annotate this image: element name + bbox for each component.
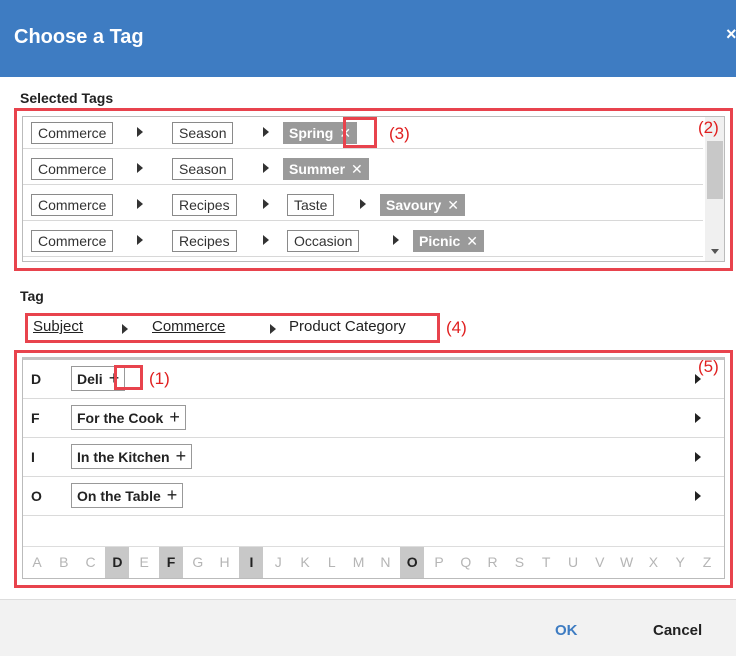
- annotation-box-4: [25, 313, 440, 343]
- dialog-footer: OK Cancel: [0, 599, 736, 656]
- annotation-label-5: (5): [698, 357, 719, 376]
- selected-tags-label: Selected Tags: [20, 90, 114, 106]
- close-icon[interactable]: ×: [726, 24, 736, 45]
- dialog-title: Choose a Tag: [14, 26, 144, 48]
- ok-button[interactable]: OK: [555, 622, 578, 639]
- annotation-label-1: (1): [149, 369, 170, 388]
- tag-label: Tag: [20, 288, 44, 304]
- annotation-box-3: [343, 117, 377, 148]
- annotation-box-1: [114, 365, 143, 390]
- cancel-button[interactable]: Cancel: [653, 622, 702, 639]
- annotation-label-4: (4): [446, 318, 467, 337]
- annotation-label-2: (2): [698, 118, 719, 137]
- annotation-label-3: (3): [389, 124, 410, 143]
- dialog-title-bar: Choose a Tag ×: [0, 0, 736, 77]
